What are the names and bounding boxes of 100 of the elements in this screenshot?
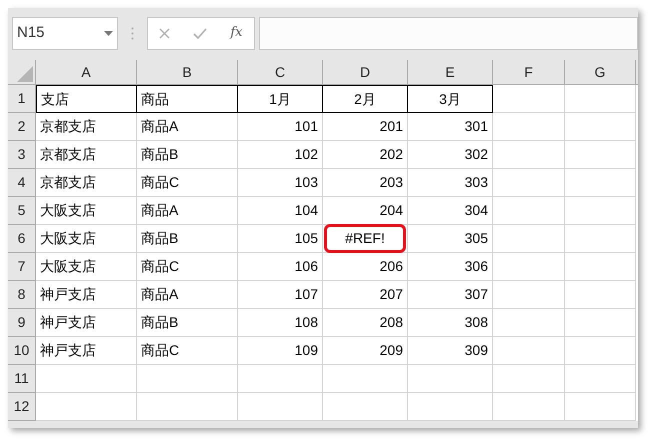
row-header[interactable]: 12 xyxy=(8,393,36,421)
table-cell[interactable]: 京都支店 xyxy=(36,169,137,197)
column-header[interactable]: B xyxy=(137,60,238,84)
table-cell[interactable]: 307 xyxy=(408,281,493,309)
table-cell[interactable]: 商品A xyxy=(137,197,238,225)
table-cell[interactable] xyxy=(137,365,238,393)
close-icon[interactable] xyxy=(159,28,170,38)
table-cell[interactable]: 306 xyxy=(408,253,493,281)
table-cell[interactable] xyxy=(493,309,565,337)
table-cell[interactable]: 108 xyxy=(238,309,323,337)
table-cell[interactable] xyxy=(565,85,636,113)
table-cell[interactable] xyxy=(565,169,636,197)
table-cell[interactable] xyxy=(565,253,636,281)
table-cell[interactable]: 309 xyxy=(408,337,493,365)
table-cell[interactable]: 神戸支店 xyxy=(36,309,137,337)
table-cell[interactable] xyxy=(493,141,565,169)
table-cell[interactable] xyxy=(323,365,408,393)
table-cell[interactable]: 大阪支店 xyxy=(36,225,137,253)
table-cell[interactable]: 207 xyxy=(323,281,408,309)
table-cell[interactable]: 202 xyxy=(323,141,408,169)
row-header[interactable]: 9 xyxy=(8,309,36,337)
table-cell[interactable] xyxy=(565,197,636,225)
table-cell[interactable] xyxy=(493,253,565,281)
table-cell[interactable]: 京都支店 xyxy=(36,141,137,169)
table-cell[interactable] xyxy=(493,365,565,393)
column-header[interactable]: E xyxy=(408,60,493,84)
table-cell[interactable] xyxy=(493,281,565,309)
table-cell[interactable]: #REF! xyxy=(323,225,408,253)
table-cell[interactable]: 103 xyxy=(238,169,323,197)
formula-input[interactable] xyxy=(259,16,638,50)
drag-handle-icon[interactable] xyxy=(131,26,134,40)
table-cell[interactable]: 105 xyxy=(238,225,323,253)
table-cell[interactable]: 203 xyxy=(323,169,408,197)
column-header[interactable]: F xyxy=(493,60,565,84)
table-cell[interactable]: 2月 xyxy=(323,85,408,113)
row-header[interactable]: 8 xyxy=(8,281,36,309)
table-cell[interactable]: 大阪支店 xyxy=(36,253,137,281)
table-cell[interactable]: 302 xyxy=(408,141,493,169)
table-cell[interactable] xyxy=(323,393,408,421)
table-cell[interactable]: 神戸支店 xyxy=(36,337,137,365)
table-cell[interactable]: 102 xyxy=(238,141,323,169)
name-box[interactable]: N15 xyxy=(12,16,118,50)
table-cell[interactable]: 3月 xyxy=(408,85,493,113)
table-cell[interactable]: 305 xyxy=(408,225,493,253)
table-cell[interactable]: 304 xyxy=(408,197,493,225)
table-cell[interactable]: 1月 xyxy=(238,85,323,113)
table-cell[interactable] xyxy=(493,197,565,225)
table-cell[interactable] xyxy=(238,393,323,421)
row-header[interactable]: 4 xyxy=(8,169,36,197)
table-cell[interactable]: 商品B xyxy=(137,309,238,337)
table-cell[interactable]: 303 xyxy=(408,169,493,197)
table-cell[interactable]: 301 xyxy=(408,113,493,141)
table-cell[interactable] xyxy=(493,169,565,197)
table-cell[interactable] xyxy=(565,225,636,253)
table-cell[interactable]: 209 xyxy=(323,337,408,365)
check-icon[interactable] xyxy=(193,28,208,38)
table-cell[interactable]: 308 xyxy=(408,309,493,337)
row-header[interactable]: 5 xyxy=(8,197,36,225)
row-header[interactable]: 2 xyxy=(8,113,36,141)
table-cell[interactable]: 104 xyxy=(238,197,323,225)
column-header[interactable]: C xyxy=(238,60,323,84)
table-cell[interactable]: 109 xyxy=(238,337,323,365)
table-cell[interactable] xyxy=(493,337,565,365)
table-cell[interactable] xyxy=(565,337,636,365)
table-cell[interactable] xyxy=(493,393,565,421)
table-cell[interactable]: 208 xyxy=(323,309,408,337)
table-cell[interactable] xyxy=(36,393,137,421)
table-cell[interactable] xyxy=(408,393,493,421)
table-cell[interactable]: 204 xyxy=(323,197,408,225)
table-cell[interactable]: 商品C xyxy=(137,169,238,197)
table-cell[interactable]: 商品B xyxy=(137,225,238,253)
table-cell[interactable]: 大阪支店 xyxy=(36,197,137,225)
row-header[interactable]: 6 xyxy=(8,225,36,253)
table-cell[interactable]: 支店 xyxy=(36,85,137,113)
row-header[interactable]: 3 xyxy=(8,141,36,169)
table-cell[interactable]: 201 xyxy=(323,113,408,141)
table-cell[interactable] xyxy=(565,309,636,337)
table-cell[interactable] xyxy=(493,225,565,253)
table-cell[interactable]: 商品A xyxy=(137,281,238,309)
table-cell[interactable] xyxy=(565,113,636,141)
table-cell[interactable] xyxy=(565,281,636,309)
column-header[interactable]: G xyxy=(565,60,636,84)
table-cell[interactable] xyxy=(565,365,636,393)
row-header[interactable]: 1 xyxy=(8,85,36,113)
table-cell[interactable] xyxy=(36,365,137,393)
table-cell[interactable] xyxy=(493,113,565,141)
row-header[interactable]: 7 xyxy=(8,253,36,281)
table-cell[interactable]: 107 xyxy=(238,281,323,309)
table-cell[interactable]: 106 xyxy=(238,253,323,281)
table-cell[interactable] xyxy=(408,365,493,393)
table-cell[interactable] xyxy=(565,141,636,169)
table-cell[interactable]: 商品 xyxy=(137,85,238,113)
row-header[interactable]: 11 xyxy=(8,365,36,393)
table-cell[interactable]: 101 xyxy=(238,113,323,141)
table-cell[interactable] xyxy=(493,85,565,113)
column-header[interactable]: D xyxy=(323,60,408,84)
table-cell[interactable] xyxy=(137,393,238,421)
row-header[interactable]: 10 xyxy=(8,337,36,365)
table-cell[interactable]: 商品A xyxy=(137,113,238,141)
column-header[interactable]: A xyxy=(36,60,137,84)
